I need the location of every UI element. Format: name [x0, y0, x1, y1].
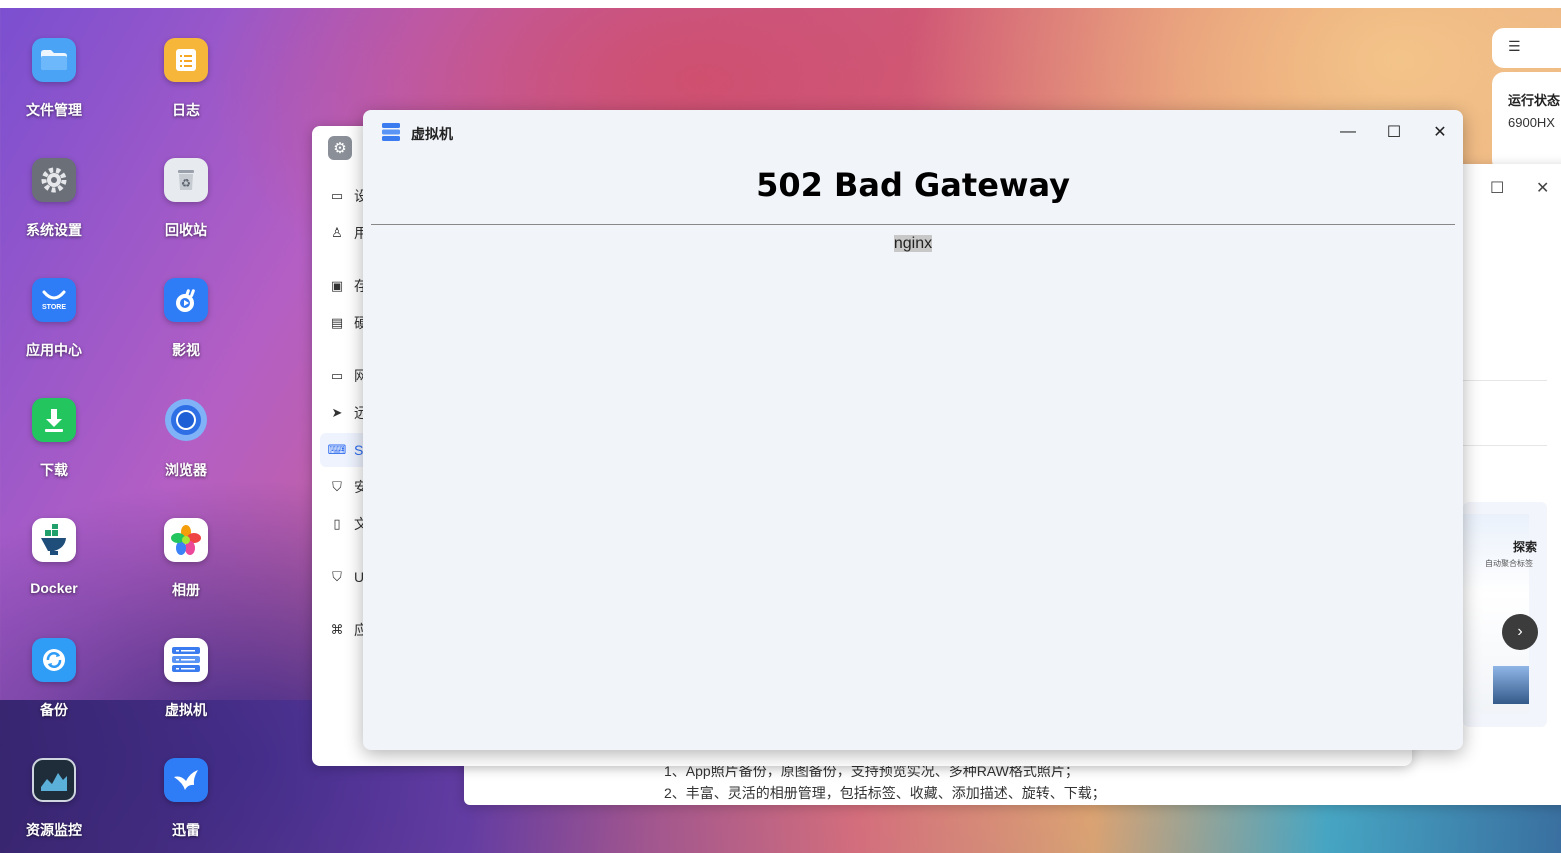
desktop-icon-label: 下载 [40, 462, 68, 478]
server-name: nginx [371, 235, 1455, 253]
divider [1463, 445, 1547, 446]
desktop-icon-label: 迅雷 [172, 822, 200, 838]
preview-subtitle: 自动聚合标签 [1485, 559, 1533, 568]
status-widget-cpu: 6900HX [1508, 115, 1555, 130]
monitor-icon [32, 758, 76, 802]
file-service-icon: ▯ [333, 516, 341, 531]
desktop-icon-vm[interactable]: 虚拟机 [141, 624, 231, 734]
error-page: 502 Bad Gateway nginx [371, 154, 1455, 744]
thunder-icon [164, 758, 208, 802]
window-title: 虚拟机 [411, 126, 453, 142]
carousel-next-button[interactable]: › [1502, 614, 1538, 650]
desktop-icon-thunder[interactable]: 迅雷 [141, 744, 231, 853]
desktop-icon-docker[interactable]: Docker [9, 504, 99, 614]
desktop-icon-label: 回收站 [165, 222, 207, 238]
security-icon: ⛉ [332, 479, 342, 494]
store-icon: STORE [32, 278, 76, 322]
storage-icon: ▣ [330, 278, 344, 293]
maximize-button[interactable]: ☐ [1379, 118, 1409, 146]
desktop-icon-label: 虚拟机 [165, 702, 207, 718]
minimize-icon: — [1340, 123, 1356, 140]
folder-icon [32, 38, 76, 82]
desktop-icon-backup[interactable]: 备份 [9, 624, 99, 734]
backup-icon [32, 638, 76, 682]
desktop-icon-file-manager[interactable]: 文件管理 [9, 24, 99, 134]
minimize-button[interactable]: — [1333, 118, 1363, 146]
remote-icon: ➤ [331, 405, 343, 420]
desktop-icon-label: 相册 [172, 582, 200, 598]
album-description: 1、App照片备份，原图备份，支持预览实况、多种RAW格式照片； 2、丰富、灵活… [664, 760, 1106, 804]
close-button[interactable]: ✕ [1425, 118, 1455, 146]
device-icon: ▭ [330, 188, 344, 203]
desktop-icon-log[interactable]: 日志 [141, 24, 231, 134]
store-badge: STORE [42, 303, 66, 311]
desktop-icon-label: 影视 [172, 342, 200, 358]
vm-icon [164, 638, 208, 682]
desktop-icon-label: 文件管理 [26, 102, 82, 118]
filter-settings-icon[interactable]: ☰ [1508, 38, 1521, 55]
docker-icon [32, 518, 76, 562]
desktop-icon-label: Docker [30, 580, 78, 596]
browser-icon [164, 398, 208, 442]
desktop-icon-app-center[interactable]: STORE 应用中心 [9, 264, 99, 374]
error-heading: 502 Bad Gateway [756, 166, 1070, 204]
chevron-right-icon: › [1517, 623, 1523, 640]
ups-icon: ⛉ [332, 569, 342, 584]
svg-text:♻: ♻ [181, 177, 191, 190]
widget-toolbar[interactable]: ☰ [1492, 28, 1561, 68]
preview-photo [1493, 666, 1529, 704]
ssh-icon: ⌨ [327, 442, 347, 457]
preview-carousel: 探索 自动聚合标签 [1463, 502, 1547, 727]
maximize-icon: ☐ [1386, 124, 1402, 141]
status-widget[interactable]: 运行状态 6900HX [1492, 72, 1561, 172]
desktop-icon-settings[interactable]: 系统设置 [9, 144, 99, 254]
maximize-icon[interactable]: ☐ [1490, 178, 1504, 198]
log-icon [164, 38, 208, 82]
network-icon: ▭ [330, 368, 344, 383]
close-icon: ✕ [1433, 124, 1447, 141]
desktop-icon-label: 浏览器 [165, 462, 207, 478]
top-bar [0, 0, 1561, 8]
gear-icon [32, 158, 76, 202]
photos-icon [164, 518, 208, 562]
preview-title: 探索 [1513, 540, 1538, 554]
divider [1463, 380, 1547, 381]
status-widget-title: 运行状态 [1508, 93, 1561, 108]
desktop-icon-download[interactable]: 下载 [9, 384, 99, 494]
gear-icon: ⚙ [328, 136, 352, 160]
divider [371, 224, 1455, 225]
description-line: 2、丰富、灵活的相册管理，包括标签、收藏、添加描述、旋转、下载； [664, 785, 1106, 801]
desktop-icon-browser[interactable]: 浏览器 [141, 384, 231, 494]
desktop-icon-label: 应用中心 [26, 342, 82, 358]
disk-icon: ▤ [330, 315, 344, 330]
close-icon[interactable]: ✕ [1536, 178, 1549, 198]
desktop-icon-resource-monitor[interactable]: 资源监控 [9, 744, 99, 853]
window-titlebar[interactable]: 虚拟机 — ☐ ✕ [363, 110, 1463, 154]
video-icon [164, 278, 208, 322]
desktop-icon-photos[interactable]: 相册 [141, 504, 231, 614]
vm-window[interactable]: 虚拟机 — ☐ ✕ 502 Bad Gateway nginx [363, 110, 1463, 750]
desktop-icon-label: 系统设置 [26, 222, 82, 238]
vm-icon [381, 122, 401, 142]
apps-icon: ⌘ [330, 622, 344, 637]
recycle-icon: ♻ [164, 158, 208, 202]
user-icon: ♙ [331, 225, 343, 240]
desktop-icon-video[interactable]: 影视 [141, 264, 231, 374]
desktop-icon-recycle-bin[interactable]: ♻ 回收站 [141, 144, 231, 254]
download-icon [32, 398, 76, 442]
desktop-icon-label: 资源监控 [26, 822, 82, 838]
server-name-text: nginx [893, 235, 933, 252]
desktop-icon-label: 日志 [172, 102, 200, 118]
desktop-icon-label: 备份 [40, 702, 68, 718]
